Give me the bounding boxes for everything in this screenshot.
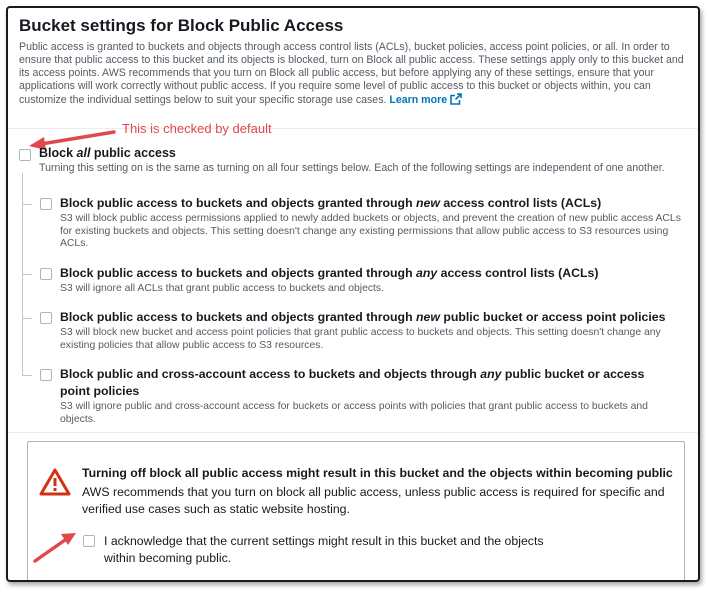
bucket-settings-panel: Bucket settings for Block Public Access …	[6, 6, 700, 582]
acknowledge-arrow-icon	[33, 533, 76, 563]
